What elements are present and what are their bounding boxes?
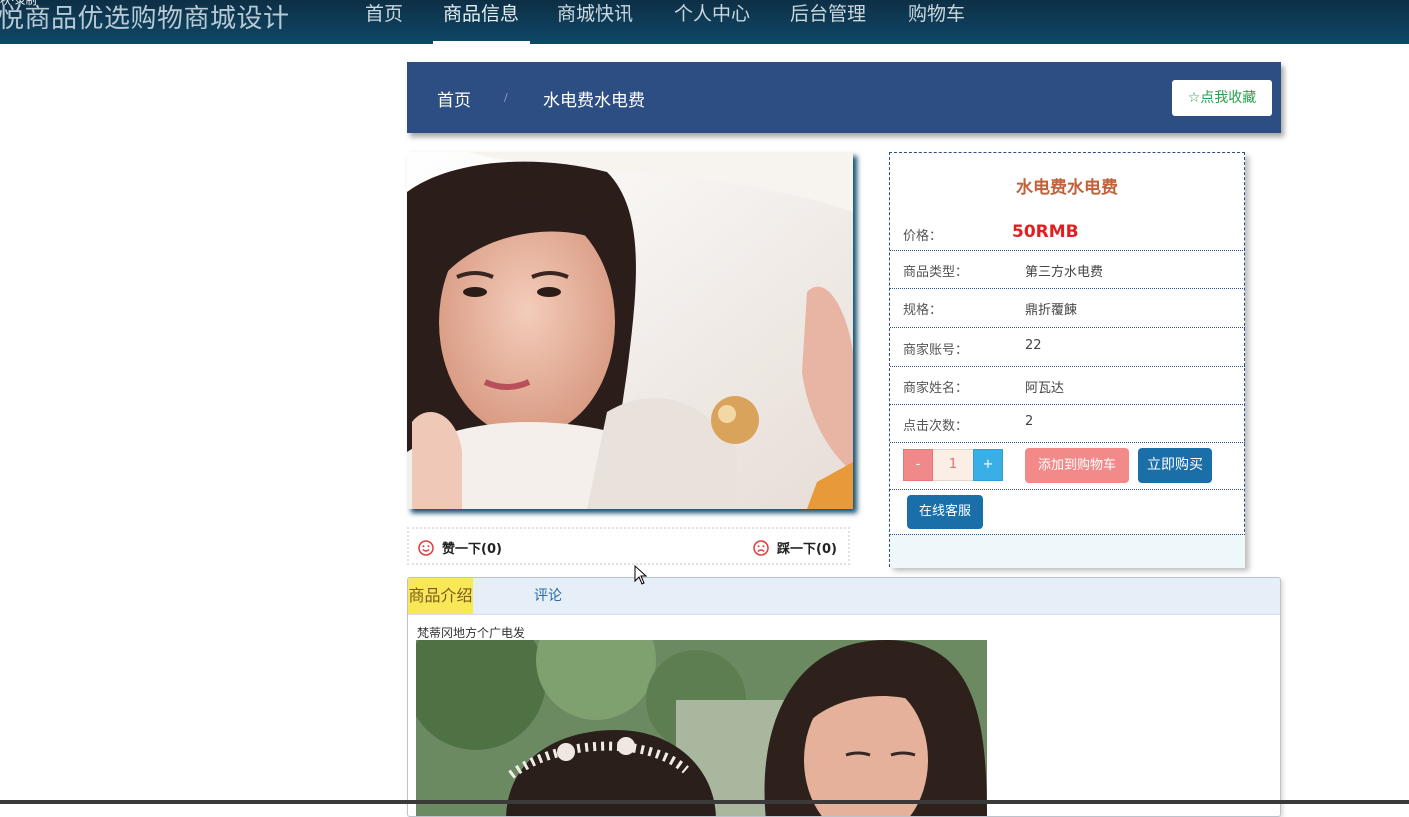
detail-row-label: 商家姓名： <box>903 381 969 396</box>
nav-item-news[interactable]: 商城快讯 <box>557 2 633 44</box>
detail-row-value: 第三方水电费 <box>1025 265 1104 280</box>
breadcrumb-current: 水电费水电费 <box>543 91 645 111</box>
breadcrumb: 首页 / 水电费水电费 ☆点我收藏 <box>407 62 1281 133</box>
bottom-edge <box>0 800 1409 804</box>
nav-item-home[interactable]: 首页 <box>365 2 403 44</box>
top-nav-bar: 秋·录制 悦商品优选购物商城设计 首页 商品信息 商城快讯 个人中心 后台管理 … <box>0 0 1409 44</box>
product-photo-illustration <box>407 152 853 509</box>
detail-row: 点击次数： 2 <box>890 405 1245 443</box>
smile-icon <box>418 540 434 556</box>
quantity-input[interactable]: 1 <box>933 449 973 481</box>
tab-comments[interactable]: 评论 <box>534 578 562 614</box>
price-row: 价格： 50RMB <box>890 215 1245 251</box>
detail-row-value: 阿瓦达 <box>1025 381 1065 396</box>
detail-row: 规格： 鼎折覆餗 <box>890 289 1245 328</box>
detail-row-label: 商家账号： <box>903 343 969 358</box>
tab-header: 商品介绍 评论 <box>408 578 1280 615</box>
like-button[interactable]: 赞一下(0) <box>418 538 502 557</box>
detail-row-value: 鼎折覆餗 <box>1025 303 1078 318</box>
product-image <box>407 152 853 509</box>
intro-text: 梵蒂冈地方个广电发 <box>417 626 526 640</box>
product-detail-panel: 水电费水电费 价格： 50RMB 商品类型： 第三方水电费 规格： 鼎折覆餗 商… <box>889 152 1245 568</box>
detail-row-label: 点击次数： <box>903 419 969 434</box>
mouse-cursor-icon <box>634 565 648 585</box>
breadcrumb-separator: / <box>504 91 508 104</box>
frown-icon <box>753 540 769 556</box>
add-to-cart-button[interactable]: 添加到购物车 <box>1025 448 1129 483</box>
breadcrumb-home-link[interactable]: 首页 <box>437 86 471 111</box>
price-value: 50RMB <box>1012 222 1079 242</box>
intro-photo-illustration <box>416 640 987 816</box>
quantity-decrease-button[interactable]: - <box>903 449 933 481</box>
detail-row: 商家姓名： 阿瓦达 <box>890 367 1245 405</box>
detail-row-value: 2 <box>1025 414 1034 429</box>
quantity-increase-button[interactable]: + <box>973 449 1003 481</box>
detail-row-label: 商品类型： <box>903 265 969 280</box>
online-service-button[interactable]: 在线客服 <box>907 495 983 529</box>
nav-item-cart[interactable]: 购物车 <box>908 2 965 44</box>
favorite-button[interactable]: ☆点我收藏 <box>1172 80 1272 116</box>
tab-product-intro[interactable]: 商品介绍 <box>408 578 473 614</box>
detail-row: 商品类型： 第三方水电费 <box>890 251 1245 289</box>
price-label: 价格： <box>903 229 943 244</box>
site-title: 悦商品优选购物商城设计 <box>0 4 290 34</box>
buy-now-button[interactable]: 立即购买 <box>1138 448 1212 483</box>
product-tabs-panel: 商品介绍 评论 梵蒂冈地方个广电发 <box>407 577 1281 817</box>
divider <box>890 489 1245 490</box>
detail-row-value: 22 <box>1025 338 1042 353</box>
detail-row-label: 规格： <box>903 303 943 318</box>
nav-item-personal-center[interactable]: 个人中心 <box>674 2 750 44</box>
dislike-label: 踩一下(0) <box>777 542 837 557</box>
detail-footer <box>890 534 1245 568</box>
nav-item-admin[interactable]: 后台管理 <box>790 2 866 44</box>
product-title: 水电费水电费 <box>1016 178 1118 198</box>
nav-item-products[interactable]: 商品信息 <box>443 2 519 44</box>
vote-bar: 赞一下(0) 踩一下(0) <box>407 527 850 565</box>
dislike-button[interactable]: 踩一下(0) <box>753 538 837 557</box>
intro-image <box>416 640 987 816</box>
like-label: 赞一下(0) <box>442 542 502 557</box>
detail-row: 商家账号： 22 <box>890 328 1245 367</box>
active-nav-indicator <box>433 41 530 44</box>
